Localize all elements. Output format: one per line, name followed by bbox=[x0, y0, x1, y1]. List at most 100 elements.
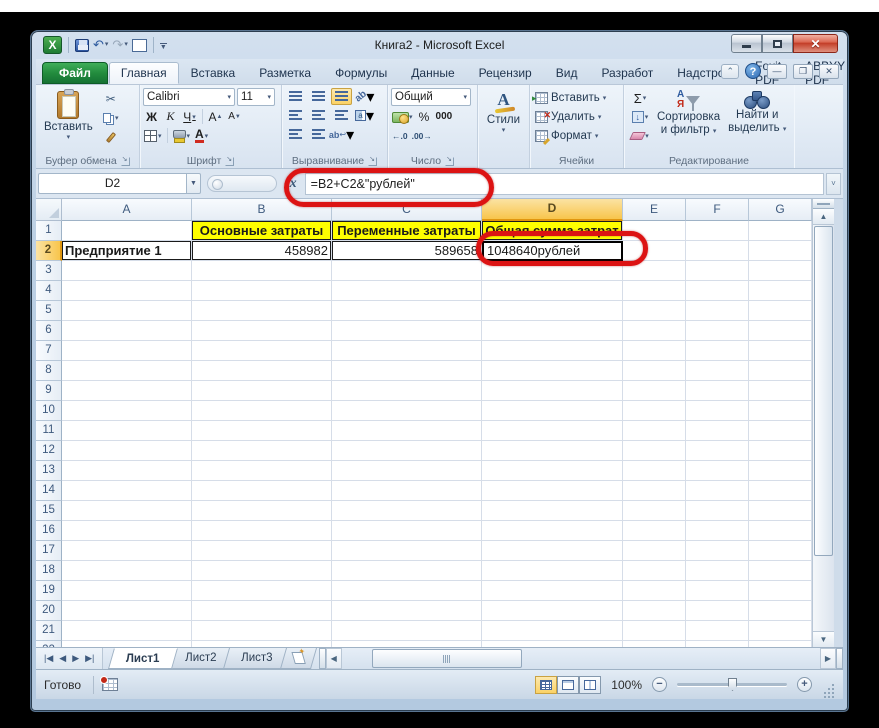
sort-filter-button[interactable]: АЯ Сортировка и фильтр ▾ bbox=[653, 88, 724, 154]
cell-A17[interactable] bbox=[62, 541, 192, 561]
name-box[interactable]: D2 bbox=[38, 173, 186, 194]
cell-D12[interactable] bbox=[482, 441, 623, 461]
cell-F20[interactable] bbox=[686, 601, 749, 621]
cell-A6[interactable] bbox=[62, 321, 192, 341]
cell-C8[interactable] bbox=[332, 361, 482, 381]
cell-G10[interactable] bbox=[749, 401, 812, 421]
cell-A2[interactable]: Предприятие 1 bbox=[62, 241, 192, 261]
cell-B15[interactable] bbox=[192, 501, 332, 521]
cell-D19[interactable] bbox=[482, 581, 623, 601]
cell-D18[interactable] bbox=[482, 561, 623, 581]
cell-G15[interactable] bbox=[749, 501, 812, 521]
cell-C18[interactable] bbox=[332, 561, 482, 581]
cell-F12[interactable] bbox=[686, 441, 749, 461]
row-header-10[interactable]: 10 bbox=[36, 401, 62, 421]
row-header-9[interactable]: 9 bbox=[36, 381, 62, 401]
dialog-launcher-icon[interactable] bbox=[445, 155, 455, 166]
cell-F9[interactable] bbox=[686, 381, 749, 401]
fill-color-button[interactable]: ▾ bbox=[172, 127, 192, 144]
cell-G5[interactable] bbox=[749, 301, 812, 321]
cell-A15[interactable] bbox=[62, 501, 192, 521]
row-header-11[interactable]: 11 bbox=[36, 421, 62, 441]
accounting-format-button[interactable]: ▾ bbox=[391, 108, 414, 125]
prev-sheet-icon[interactable]: ◀ bbox=[57, 653, 68, 664]
cell-G8[interactable] bbox=[749, 361, 812, 381]
cell-G18[interactable] bbox=[749, 561, 812, 581]
cell-E7[interactable] bbox=[623, 341, 686, 361]
tab-Разметка[interactable]: Разметка bbox=[247, 62, 323, 84]
vertical-scrollbar[interactable]: ▲ ▼ bbox=[812, 199, 834, 647]
autosum-button[interactable]: Σ ▾ bbox=[627, 89, 653, 107]
tab-Данные[interactable]: Данные bbox=[399, 62, 466, 84]
row-header-12[interactable]: 12 bbox=[36, 441, 62, 461]
cell-C13[interactable] bbox=[332, 461, 482, 481]
horizontal-split-handle[interactable] bbox=[836, 648, 843, 669]
cell-G14[interactable] bbox=[749, 481, 812, 501]
cell-B16[interactable] bbox=[192, 521, 332, 541]
cell-G16[interactable] bbox=[749, 521, 812, 541]
sheet-tab-Лист1[interactable]: Лист1 bbox=[108, 648, 178, 669]
first-sheet-icon[interactable]: |◀ bbox=[42, 653, 55, 664]
find-select-button[interactable]: Найти и выделить ▾ bbox=[724, 88, 790, 154]
collapse-ribbon-icon[interactable]: ⌃ bbox=[721, 63, 739, 79]
cell-E19[interactable] bbox=[623, 581, 686, 601]
cut-button[interactable]: ✂ bbox=[98, 90, 124, 108]
cell-C16[interactable] bbox=[332, 521, 482, 541]
decrease-decimal-button[interactable]: .00→ bbox=[411, 127, 433, 144]
column-header-A[interactable]: A bbox=[62, 199, 192, 221]
cell-E17[interactable] bbox=[623, 541, 686, 561]
cell-D15[interactable] bbox=[482, 501, 623, 521]
cell-C9[interactable] bbox=[332, 381, 482, 401]
cell-B21[interactable] bbox=[192, 621, 332, 641]
cell-F10[interactable] bbox=[686, 401, 749, 421]
cell-D17[interactable] bbox=[482, 541, 623, 561]
insert-worksheet-tab[interactable] bbox=[279, 648, 317, 669]
orientation-button[interactable]: ab ▾ bbox=[352, 88, 375, 106]
cell-F3[interactable] bbox=[686, 261, 749, 281]
tab-Главная[interactable]: Главная bbox=[108, 62, 179, 84]
percent-button[interactable]: % bbox=[416, 108, 433, 125]
cell-E13[interactable] bbox=[623, 461, 686, 481]
cell-E15[interactable] bbox=[623, 501, 686, 521]
cell-B18[interactable] bbox=[192, 561, 332, 581]
align-bottom-button[interactable] bbox=[331, 88, 352, 105]
tab-split-handle[interactable] bbox=[318, 648, 326, 669]
font-name-combo[interactable]: Calibri ▾ bbox=[143, 88, 235, 106]
decrease-indent-button[interactable] bbox=[285, 126, 306, 143]
workbook-close-button[interactable]: ✕ bbox=[819, 63, 839, 79]
cell-C6[interactable] bbox=[332, 321, 482, 341]
cell-C15[interactable] bbox=[332, 501, 482, 521]
grow-font-button[interactable]: A ▲ bbox=[207, 108, 224, 125]
format-cells-button[interactable]: Формат ▾ bbox=[533, 126, 620, 145]
cell-D4[interactable] bbox=[482, 281, 623, 301]
cell-G1[interactable] bbox=[749, 221, 812, 241]
styles-button[interactable]: A Стили ▾ bbox=[482, 88, 525, 154]
cell-B6[interactable] bbox=[192, 321, 332, 341]
cell-A1[interactable] bbox=[62, 221, 192, 241]
row-header-18[interactable]: 18 bbox=[36, 561, 62, 581]
column-header-F[interactable]: F bbox=[686, 199, 749, 221]
cell-D8[interactable] bbox=[482, 361, 623, 381]
name-box-dropdown-icon[interactable]: ▼ bbox=[186, 173, 201, 194]
scroll-down-icon[interactable]: ▼ bbox=[813, 631, 834, 647]
cell-G17[interactable] bbox=[749, 541, 812, 561]
cell-E11[interactable] bbox=[623, 421, 686, 441]
dialog-launcher-icon[interactable] bbox=[225, 155, 235, 166]
cell-E16[interactable] bbox=[623, 521, 686, 541]
cell-D10[interactable] bbox=[482, 401, 623, 421]
cell-G12[interactable] bbox=[749, 441, 812, 461]
restore-button[interactable] bbox=[762, 34, 793, 53]
bold-button[interactable]: Ж bbox=[143, 108, 160, 125]
insert-cells-button[interactable]: Вставить▾ bbox=[532, 88, 620, 107]
thousands-button[interactable]: 000 bbox=[435, 108, 454, 125]
cell-A10[interactable] bbox=[62, 401, 192, 421]
align-top-button[interactable] bbox=[285, 88, 306, 105]
vertical-scroll-thumb[interactable] bbox=[814, 226, 833, 556]
tab-Разработ[interactable]: Разработ bbox=[589, 62, 665, 84]
cell-F22[interactable] bbox=[686, 641, 749, 647]
row-header-13[interactable]: 13 bbox=[36, 461, 62, 481]
cell-C22[interactable] bbox=[332, 641, 482, 647]
cell-D22[interactable] bbox=[482, 641, 623, 647]
cell-F17[interactable] bbox=[686, 541, 749, 561]
cell-C3[interactable] bbox=[332, 261, 482, 281]
